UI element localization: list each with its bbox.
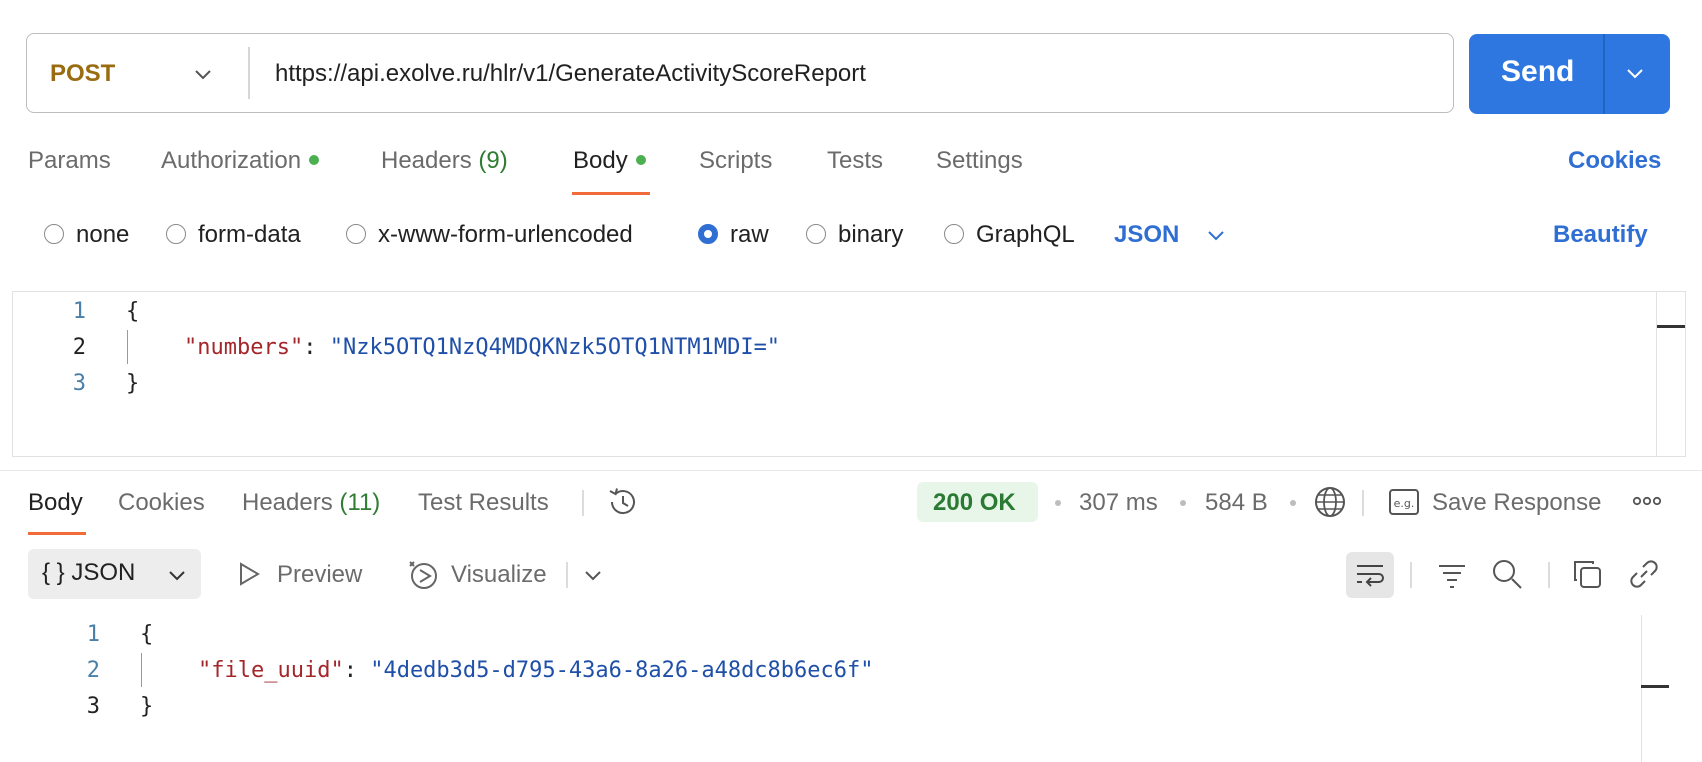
divider (1410, 562, 1412, 588)
scroll-thumb[interactable] (1641, 685, 1669, 688)
scrollbar[interactable] (1641, 615, 1642, 762)
divider (582, 490, 584, 516)
chevron-down-icon[interactable] (166, 564, 188, 586)
response-tab-body[interactable]: Body (28, 489, 83, 517)
line-number: 3 (86, 694, 100, 719)
svg-text:e.g.: e.g. (1394, 497, 1415, 510)
braces-icon: { } (42, 559, 65, 586)
play-icon[interactable] (236, 560, 262, 588)
search-icon[interactable] (1491, 558, 1523, 590)
line-number: 2 (86, 658, 100, 683)
code-line: { (140, 622, 154, 647)
separator-dot (1055, 500, 1061, 506)
code-line: { (126, 299, 140, 324)
line-number: 3 (72, 371, 86, 396)
filter-icon[interactable] (1436, 560, 1468, 590)
indent-guide (127, 330, 128, 364)
radio-raw[interactable]: raw (698, 221, 769, 249)
code-line: } (126, 371, 140, 396)
tab-params[interactable]: Params (28, 147, 111, 175)
code-line: "file_uuid": "4dedb3d5-d795-43a6-8a26-a4… (198, 658, 874, 683)
response-size: 584 B (1205, 489, 1268, 516)
code-line: } (140, 694, 154, 719)
response-tab-test-results[interactable]: Test Results (418, 489, 549, 517)
divider (248, 47, 250, 99)
response-tab-headers[interactable]: Headers (11) (242, 489, 380, 517)
separator-dot (1290, 500, 1296, 506)
request-body-editor[interactable] (12, 291, 1686, 457)
method-select[interactable]: POST (50, 60, 115, 88)
url-input[interactable]: https://api.exolve.ru/hlr/v1/GenerateAct… (275, 60, 866, 88)
radio-circle-selected[interactable] (698, 223, 718, 244)
tab-settings[interactable]: Settings (936, 147, 1023, 175)
scroll-thumb[interactable] (1657, 325, 1685, 328)
radio-circle[interactable] (44, 223, 64, 244)
more-options-icon[interactable] (1632, 493, 1662, 509)
chevron-down-icon[interactable] (1205, 224, 1227, 246)
status-dot (635, 154, 646, 165)
visualize-button[interactable]: Visualize (451, 561, 547, 589)
response-time: 307 ms (1079, 489, 1158, 516)
radio-circle[interactable] (944, 223, 964, 244)
section-divider (0, 470, 1702, 471)
code-line: "numbers": "Nzk5OTQ1NzQ4MDQKNzk5OTQ1NTM1… (184, 335, 781, 360)
radio-circle[interactable] (806, 223, 826, 244)
cookies-link[interactable]: Cookies (1568, 147, 1661, 175)
divider (1603, 34, 1605, 114)
radio-binary[interactable]: binary (806, 221, 903, 249)
response-format-label[interactable]: { } JSON (42, 559, 135, 587)
status-dot (309, 154, 320, 165)
indent-guide (141, 653, 142, 687)
tab-tests[interactable]: Tests (827, 147, 883, 175)
visualize-icon[interactable] (406, 558, 440, 592)
response-tab-cookies[interactable]: Cookies (118, 489, 205, 517)
line-number: 2 (72, 335, 86, 360)
active-tab-indicator (28, 532, 86, 535)
divider (1548, 562, 1550, 588)
radio-x-www-form-urlencoded[interactable]: x-www-form-urlencoded (346, 221, 633, 249)
line-number: 1 (86, 622, 100, 647)
beautify-button[interactable]: Beautify (1553, 221, 1648, 249)
line-number: 1 (72, 299, 86, 324)
copy-icon[interactable] (1571, 558, 1603, 590)
tab-scripts[interactable]: Scripts (699, 147, 772, 175)
status-code: 200 OK (933, 489, 1016, 516)
link-icon[interactable] (1628, 558, 1660, 590)
tab-authorization[interactable]: Authorization (161, 147, 320, 175)
scrollbar[interactable] (1656, 292, 1657, 456)
radio-none[interactable]: none (44, 221, 129, 249)
divider (566, 562, 568, 588)
preview-button[interactable]: Preview (277, 561, 362, 589)
save-response-button[interactable]: Save Response (1432, 489, 1601, 517)
chevron-down-icon[interactable] (193, 64, 213, 84)
history-icon[interactable] (606, 485, 640, 519)
radio-circle[interactable] (346, 223, 366, 244)
tab-body[interactable]: Body (573, 147, 646, 175)
separator-dot (1180, 500, 1186, 506)
globe-icon[interactable] (1313, 485, 1347, 519)
divider (1362, 490, 1364, 516)
send-options-chevron-icon[interactable] (1624, 62, 1646, 84)
language-select[interactable]: JSON (1114, 221, 1179, 249)
tab-headers[interactable]: Headers (9) (381, 147, 508, 175)
radio-circle[interactable] (166, 223, 186, 244)
active-tab-indicator (572, 192, 650, 195)
wrap-lines-icon[interactable] (1354, 560, 1386, 590)
example-icon[interactable]: e.g. (1388, 487, 1420, 517)
radio-form-data[interactable]: form-data (166, 221, 301, 249)
send-button-label[interactable]: Send (1501, 55, 1574, 89)
radio-graphql[interactable]: GraphQL (944, 221, 1075, 249)
chevron-down-icon[interactable] (582, 564, 604, 586)
